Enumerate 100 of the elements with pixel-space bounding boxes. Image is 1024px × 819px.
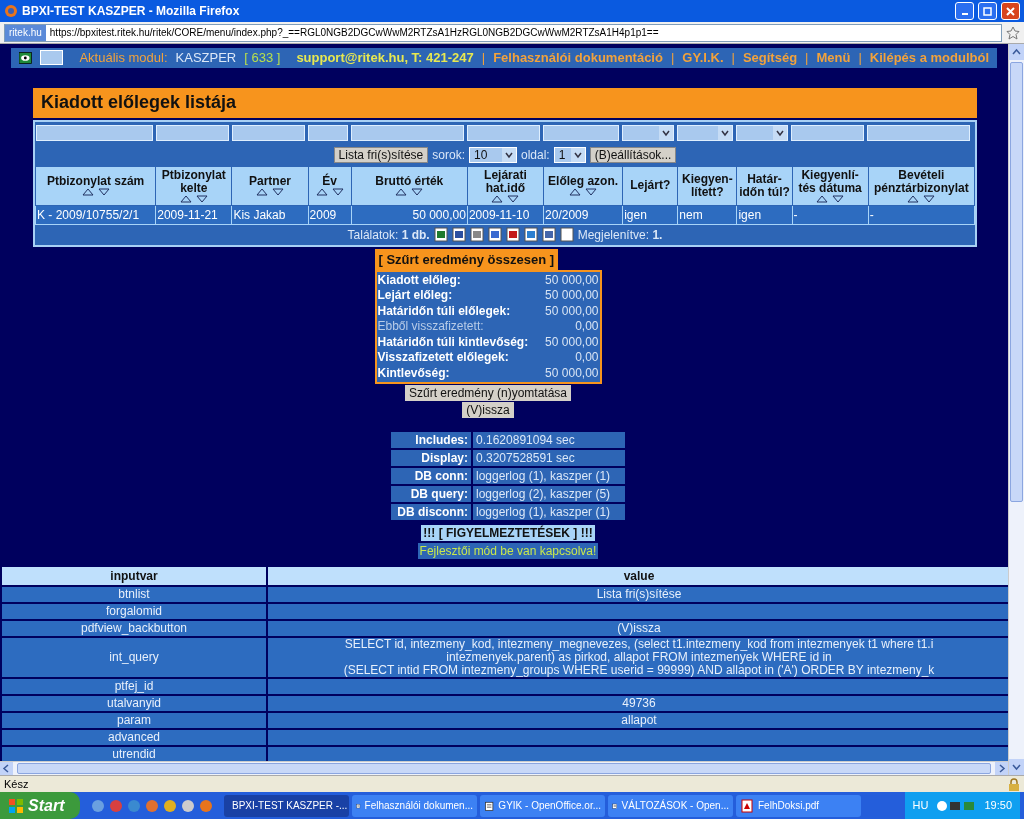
minimize-icon — [961, 13, 968, 15]
sort-arrows-icon[interactable] — [178, 194, 209, 203]
summary-title: [ Szűrt eredmény összesen ] — [374, 248, 559, 270]
summary-value: 0,00 — [575, 350, 599, 366]
summary-value: 0,00 — [575, 319, 599, 335]
summary-label: Határidőn túli előlegek: — [377, 303, 511, 319]
status-text: Kész — [4, 776, 30, 792]
table-cell-text: Lista fri(s)sítése — [595, 588, 683, 601]
debug-value: loggerlog (1), kaszper (1) — [473, 504, 625, 520]
table-cell-text: 49736 — [621, 697, 657, 710]
page-label: oldal: — [521, 146, 550, 164]
taskbar-button[interactable]: GYIK - OpenOffice.or... — [480, 794, 605, 817]
taskbar-button[interactable]: FelhDoksi.pdf — [736, 794, 861, 817]
table-cell-text: allapot — [620, 714, 658, 727]
warning-message: Fejlesztői mód be van kapcsolva! — [417, 543, 599, 559]
sort-arrows-icon[interactable] — [80, 188, 111, 196]
scroll-thumb[interactable] — [17, 763, 991, 774]
taskbar-button[interactable]: BPXI-TEST KASZPER -... — [224, 794, 349, 817]
maximize-button[interactable] — [978, 2, 997, 20]
module-name: KASZPER — [175, 49, 237, 67]
refresh-list-button[interactable]: Lista fri(s)sítése — [333, 146, 429, 163]
horizontal-scrollbar[interactable] — [0, 761, 1008, 775]
address-field[interactable]: ritek.hu https://bpxitest.ritek.hu/ritek/CORE/menu/index.php?_==RGL0NGB2DGCwWwM2RTZsA1HzRGL0NGB2DGCwWwM2RTZsA1H4p1p1== — [4, 23, 1002, 42]
link-separator: | — [805, 49, 809, 67]
page-title: Kiadott előlegek listája — [33, 87, 977, 118]
scroll-thumb[interactable] — [1010, 62, 1023, 502]
table-cell: 2009-11-21 — [155, 205, 232, 224]
filter-field[interactable] — [791, 124, 864, 141]
sort-arrows-icon[interactable] — [815, 194, 846, 203]
summary-label: Lejárt előleg: — [377, 288, 453, 304]
summary-value: 50 000,00 — [545, 365, 599, 381]
filter-field[interactable] — [308, 124, 348, 141]
sort-arrows-icon[interactable] — [314, 188, 345, 196]
rows-label: sorok: — [432, 146, 465, 164]
back-button[interactable]: (V)issza — [462, 402, 514, 418]
vertical-scrollbar[interactable] — [1008, 44, 1024, 775]
debug-value: 0.3207528591 sec — [473, 450, 625, 466]
print-summary-button[interactable]: Szűrt eredmény (n)yomtatása — [404, 385, 572, 401]
filter-dropdown[interactable] — [677, 124, 733, 141]
support-contact-link[interactable]: support@ritek.hu, T: 421-247 — [296, 48, 474, 68]
star-icon[interactable] — [1006, 25, 1020, 40]
sort-arrows-icon[interactable] — [394, 188, 425, 196]
pdf-icon[interactable] — [505, 227, 520, 242]
filter-field[interactable] — [232, 124, 305, 141]
link-separator: | — [670, 49, 675, 67]
quick-launch-icon[interactable] — [163, 798, 177, 813]
table-cell: 50 000,00 — [351, 205, 468, 224]
filter-field[interactable] — [36, 124, 153, 141]
small-field[interactable] — [39, 50, 64, 66]
table-cell: K - 2009/10755/2/1 — [35, 205, 156, 224]
close-button[interactable] — [1001, 2, 1020, 20]
rows-dropdown[interactable]: 10 — [469, 146, 517, 163]
summary-label: Visszafizetett előlegek: — [377, 350, 509, 366]
table-cell: 2009-11-10 — [467, 205, 544, 224]
taskbar-button[interactable]: VÁLTOZÁSOK - Open... — [608, 794, 733, 817]
sort-arrows-icon[interactable] — [906, 194, 937, 203]
filter-field[interactable] — [543, 124, 619, 141]
link-separator: | — [731, 49, 735, 67]
debug-label: Includes: — [391, 432, 471, 448]
filter-dropdown[interactable] — [622, 124, 674, 141]
page-dropdown[interactable]: 1 — [553, 146, 586, 163]
filter-field[interactable] — [156, 124, 229, 141]
document-icon[interactable] — [487, 227, 502, 242]
table-cell-text: SELECT id, intezmeny_kod, intezmeny_megnevezes, (select t1.intezmeny_kod from intezmenyek t1 where t1.i — [343, 639, 935, 651]
module-count: [ 633 ] — [244, 49, 281, 67]
table-cell: 2009 — [308, 205, 352, 224]
results-count: Találatok: 1 db. — [347, 226, 430, 244]
summary-value: 50 000,00 — [545, 334, 599, 350]
maximize-icon — [983, 6, 992, 16]
clock: 19:50 — [984, 798, 1012, 814]
sort-arrows-icon[interactable] — [255, 188, 285, 196]
column-header: inputvar — [1, 566, 267, 586]
pdf-icon — [740, 798, 754, 813]
table-cell: nem — [677, 205, 737, 224]
sort-arrows-icon[interactable] — [490, 194, 521, 203]
spreadsheet-icon[interactable] — [433, 227, 448, 242]
debug-value: loggerlog (2), kaszper (5) — [473, 486, 625, 502]
shown-count: Megjelenítve: 1. — [577, 226, 663, 244]
windows-logo-icon — [8, 797, 24, 814]
sort-arrows-icon[interactable] — [568, 188, 599, 196]
summary-value: 50 000,00 — [545, 303, 599, 319]
column-header: value — [267, 566, 1008, 586]
summary-label: Határidőn túli kintlevőség: — [377, 334, 529, 350]
close-icon — [1006, 6, 1015, 16]
blank-page-icon[interactable] — [559, 227, 574, 242]
filter-field[interactable] — [867, 124, 970, 141]
filter-dropdown[interactable] — [736, 124, 788, 141]
table-cell: igen — [736, 205, 793, 224]
filter-field[interactable] — [467, 124, 540, 141]
start-button[interactable]: Start — [0, 792, 80, 819]
quick-launch-icon[interactable] — [181, 798, 195, 813]
filter-field[interactable] — [351, 124, 464, 141]
summary-label: Ebből visszafizetett: — [377, 319, 484, 335]
tray-icons-drawing — [936, 798, 977, 813]
minimize-button[interactable] — [955, 2, 974, 20]
eye-icon[interactable] — [19, 49, 32, 66]
taskbar-button[interactable]: Felhasználói dokumen... — [352, 794, 477, 817]
warnings-title: !!! [ FIGYELMEZTETÉSEK ] !!! — [421, 525, 595, 541]
summary-value: 50 000,00 — [545, 272, 599, 288]
settings-button[interactable]: (B)eállítások... — [589, 146, 677, 163]
